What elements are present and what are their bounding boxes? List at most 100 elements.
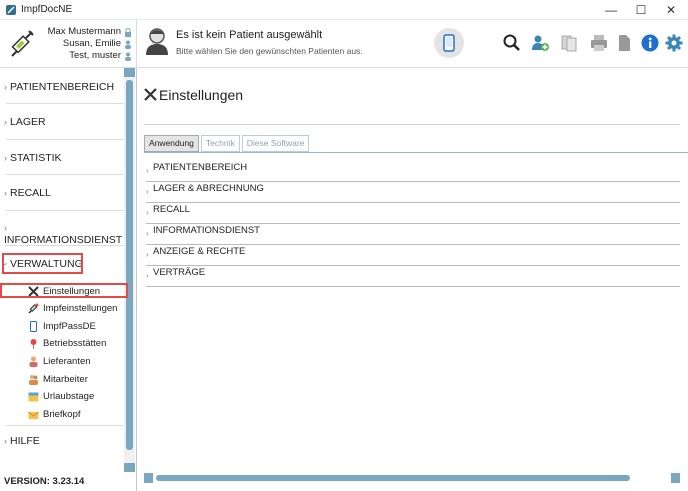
scroll-down-arrow[interactable] — [124, 463, 135, 472]
minimize-button[interactable]: — — [597, 0, 625, 20]
tab-underline — [144, 152, 688, 153]
accordion-label: VERTRÄGE — [153, 267, 206, 278]
printer-icon[interactable] — [589, 33, 609, 53]
sidebar-section-recall[interactable]: › RECALL — [4, 187, 124, 199]
user-add-icon[interactable] — [530, 33, 550, 53]
sidebar-item-label: Briefkopf — [43, 408, 81, 420]
sidebar-section-lager[interactable]: › LAGER — [4, 116, 124, 128]
sidebar-item-briefkopf[interactable]: Briefkopf — [28, 406, 81, 422]
accordion-patientenbereich[interactable]: › PATIENTENBEREICH — [146, 161, 680, 182]
patient-status-subtitle: Bitte wählen Sie den gewünschten Patient… — [176, 46, 363, 56]
gear-icon[interactable] — [664, 33, 684, 53]
search-icon[interactable] — [502, 33, 522, 53]
user-name: Test, muster — [69, 50, 121, 61]
sidebar-item-label: Lieferanten — [43, 355, 91, 367]
highlight-box — [2, 253, 83, 274]
chevron-right-icon: › — [146, 271, 149, 280]
divider — [6, 210, 124, 211]
chevron-right-icon: › — [4, 188, 7, 198]
accordion-vertraege[interactable]: › VERTRÄGE — [146, 266, 680, 287]
accordion-lager-abrechnung[interactable]: › LAGER & ABRECHNUNG — [146, 182, 680, 203]
header-divider — [136, 20, 137, 68]
phone-icon — [30, 320, 37, 332]
sidebar-scrollbar[interactable] — [124, 68, 135, 472]
sidebar-item-impfpassde[interactable]: ImpfPassDE — [28, 318, 96, 334]
chevron-right-icon: › — [4, 436, 7, 446]
scrollbar-thumb[interactable] — [126, 80, 133, 450]
map-pin-icon — [30, 338, 37, 349]
sidebar-item-label: Betriebsstätten — [43, 337, 107, 349]
sidebar-nav — [0, 68, 137, 491]
accordion-recall[interactable]: › RECALL — [146, 203, 680, 224]
chevron-right-icon: › — [4, 82, 7, 92]
window-titlebar: ImpfDocNE — ☐ ✕ — [0, 0, 688, 20]
sidebar-item-mitarbeiter[interactable]: Mitarbeiter — [28, 371, 88, 387]
sidebar-item-label: Urlaubstage — [43, 390, 95, 402]
accordion-label: PATIENTENBEREICH — [153, 162, 248, 173]
divider — [6, 174, 124, 175]
page-title: Einstellungen — [159, 87, 244, 103]
info-icon[interactable] — [640, 33, 660, 53]
accordion-label: ANZEIGE & RECHTE — [153, 246, 246, 257]
sidebar-section-label: PATIENTENBEREICH — [10, 81, 115, 93]
horizontal-scrollbar[interactable] — [144, 473, 680, 483]
sidebar-item-impfeinstellungen[interactable]: Impfeinstellungen — [28, 300, 117, 316]
chevron-right-icon: › — [146, 229, 149, 238]
scroll-left-arrow[interactable] — [144, 473, 153, 483]
chevron-right-icon: › — [4, 117, 7, 127]
calendar-icon — [28, 392, 39, 401]
syringe-logo-icon — [11, 30, 34, 57]
sidebar-item-lieferanten[interactable]: Lieferanten — [28, 353, 91, 369]
lock-icon — [125, 27, 131, 37]
documents-icon[interactable] — [559, 33, 579, 53]
chevron-right-icon: › — [4, 153, 7, 163]
sidebar-item-betriebsstaetten[interactable]: Betriebsstätten — [28, 335, 106, 351]
phone-button[interactable] — [434, 28, 464, 58]
version-label: VERSION: 3.23.14 — [4, 476, 85, 487]
user-icon — [125, 52, 131, 61]
sidebar-section-label: RECALL — [10, 187, 51, 199]
accordion-informationsdienst[interactable]: › INFORMATIONSDIENST — [146, 224, 680, 245]
app-header: Max Mustermann Susan, Emilie Test, muste… — [0, 20, 688, 68]
sidebar-item-urlaubstage[interactable]: Urlaubstage — [28, 388, 94, 404]
sidebar-section-hilfe[interactable]: › HILFE — [4, 435, 124, 447]
tab-technik[interactable]: Technik — [200, 135, 240, 152]
scrollbar-thumb[interactable] — [156, 475, 630, 481]
smartphone-icon — [443, 34, 455, 52]
sidebar-section-patientenbereich[interactable]: › PATIENTENBEREICH — [4, 81, 124, 93]
patient-status-title: Es ist kein Patient ausgewählt — [176, 29, 323, 41]
chevron-right-icon: › — [4, 223, 7, 233]
close-button[interactable]: ✕ — [657, 0, 685, 20]
chevron-right-icon: › — [146, 208, 149, 217]
accordion-anzeige-rechte[interactable]: › ANZEIGE & RECHTE — [146, 245, 680, 266]
sidebar-item-label: Mitarbeiter — [43, 373, 88, 385]
scroll-right-arrow[interactable] — [671, 473, 680, 483]
sidebar-section-label: STATISTIK — [10, 152, 62, 164]
divider — [6, 245, 124, 246]
supplier-icon — [29, 356, 38, 367]
divider — [144, 124, 680, 125]
sidebar-section-label: LAGER — [10, 116, 46, 128]
window-title: ImpfDocNE — [21, 4, 73, 15]
sidebar-section-label: HILFE — [10, 435, 40, 447]
maximize-button[interactable]: ☐ — [627, 0, 655, 20]
sidebar-item-label: ImpfPassDE — [43, 320, 96, 332]
logged-in-users: Max Mustermann Susan, Emilie Test, muste… — [48, 26, 132, 62]
sidebar-item-label: Impfeinstellungen — [43, 302, 118, 314]
syringe-icon — [28, 303, 39, 314]
app-logo-icon — [6, 5, 16, 15]
chevron-right-icon: › — [146, 250, 149, 259]
tab-diese-software[interactable]: Diese Software — [241, 135, 310, 152]
document-icon[interactable] — [614, 33, 634, 53]
chevron-right-icon: › — [146, 187, 149, 196]
accordion-label: RECALL — [153, 204, 190, 215]
sidebar-section-informationsdienst[interactable]: ›INFORMATIONSDIENST — [4, 222, 124, 246]
divider — [6, 139, 124, 140]
user-name: Susan, Emilie — [62, 38, 121, 49]
accordion-label: INFORMATIONSDIENST — [153, 225, 260, 236]
chevron-right-icon: › — [146, 166, 149, 175]
sidebar-section-statistik[interactable]: › STATISTIK — [4, 152, 124, 164]
tab-anwendung[interactable]: Anwendung — [144, 135, 199, 152]
settings-tabs: Anwendung Technik Diese Software — [144, 135, 310, 152]
scroll-up-arrow[interactable] — [124, 68, 135, 77]
